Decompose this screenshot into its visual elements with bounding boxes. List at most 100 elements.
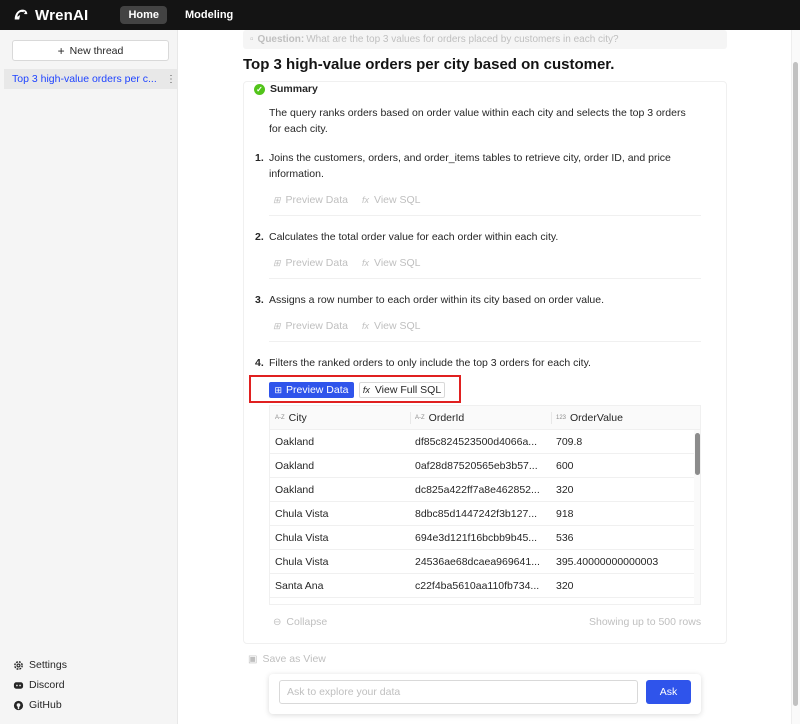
step-2-actions: ⊞ Preview Data fx View SQL	[273, 257, 435, 269]
preview-data-button-active[interactable]: ⊞ Preview Data	[269, 382, 354, 398]
preview-data-button[interactable]: ⊞ Preview Data	[273, 320, 348, 332]
app-logo[interactable]: WrenAI	[12, 6, 88, 24]
view-sql-button[interactable]: fx View SQL	[362, 194, 421, 206]
function-icon: fx	[362, 195, 370, 205]
cell-ordervalue: 918	[556, 508, 574, 520]
discord-label: Discord	[29, 679, 65, 691]
gear-icon	[14, 660, 23, 670]
view-sql-label: View SQL	[374, 194, 421, 206]
question-text: What are the top 3 values for orders pla…	[306, 34, 619, 45]
number-type-icon: 123	[556, 415, 567, 421]
ask-button[interactable]: Ask	[646, 680, 691, 704]
plus-icon: +	[57, 43, 65, 58]
column-header-orderid[interactable]: A-Z OrderId	[415, 406, 464, 430]
cell-city: Oakland	[275, 460, 315, 472]
cell-orderid: 24536ae68dcaea969641...	[415, 556, 540, 568]
table-row: Oakland 0af28d87520565eb3b57... 600	[270, 454, 694, 478]
step-divider	[269, 341, 701, 342]
sidebar-link-settings[interactable]: Settings	[13, 659, 67, 671]
cell-ordervalue: 320	[556, 484, 574, 496]
sidebar: + New thread Top 3 high-value orders per…	[0, 30, 178, 724]
save-as-view-label: Save as View	[262, 653, 326, 665]
column-header-ordervalue[interactable]: 123 OrderValue	[556, 406, 623, 430]
sidebar-link-github[interactable]: GitHub	[13, 699, 62, 711]
message-icon: ▫	[250, 34, 254, 45]
collapse-button[interactable]: ⊖ Collapse	[273, 616, 327, 628]
preview-data-button[interactable]: ⊞ Preview Data	[273, 194, 348, 206]
question-label: Question:	[257, 34, 305, 45]
more-options-icon[interactable]: ⋮	[164, 74, 178, 85]
preview-icon: ⊞	[273, 320, 281, 331]
step-3: 3. Assigns a row number to each order wi…	[255, 292, 695, 308]
preview-data-button[interactable]: ⊞ Preview Data	[273, 257, 348, 269]
new-thread-label: New thread	[69, 44, 124, 57]
app-name: WrenAI	[35, 6, 89, 24]
view-sql-button[interactable]: fx View SQL	[362, 320, 421, 332]
preview-data-table: A-Z City A-Z OrderId 123 OrderValue Oakl…	[269, 405, 701, 605]
cell-ordervalue: 395.40000000000003	[556, 556, 659, 568]
column-divider[interactable]	[551, 412, 552, 424]
cell-orderid: 0af28d87520565eb3b57...	[415, 460, 538, 472]
function-icon: fx	[362, 258, 370, 268]
cell-city: Santa Ana	[275, 580, 324, 592]
column-name: OrderValue	[570, 412, 623, 424]
wren-bird-icon	[14, 9, 28, 20]
preview-data-label: Preview Data	[285, 320, 348, 332]
step-text: Assigns a row number to each order withi…	[269, 294, 605, 306]
cell-city: Chula Vista	[275, 508, 329, 520]
summary-text: The query ranks orders based on order va…	[269, 107, 686, 135]
step-text: Calculates the total order value for eac…	[269, 231, 559, 243]
cell-ordervalue: 709.8	[556, 436, 583, 448]
collapse-icon: ⊖	[273, 616, 282, 628]
table-row: Chula Vista 694e3d121f16bcbb9b45... 536	[270, 526, 694, 550]
new-thread-button[interactable]: + New thread	[12, 40, 169, 61]
column-divider[interactable]	[410, 412, 411, 424]
view-full-sql-button[interactable]: fx View Full SQL	[359, 382, 445, 398]
step-4: 4. Filters the ranked orders to only inc…	[255, 355, 695, 371]
sidebar-thread-item[interactable]: Top 3 high-value orders per c... ⋮	[4, 69, 178, 89]
cell-orderid: 8dbc85d1447242f3b127...	[415, 508, 538, 520]
view-sql-button[interactable]: fx View SQL	[362, 257, 421, 269]
table-row: Chula Vista 24536ae68dcaea969641... 395.…	[270, 550, 694, 574]
text-type-icon: A-Z	[415, 415, 425, 421]
step-1-actions: ⊞ Preview Data fx View SQL	[273, 194, 435, 206]
table-row: Chula Vista 8dbc85d1447242f3b127... 918	[270, 502, 694, 526]
step-number: 3.	[255, 294, 264, 306]
view-full-sql-label: View Full SQL	[374, 384, 442, 396]
preview-data-label: Preview Data	[286, 384, 349, 396]
view-sql-label: View SQL	[374, 320, 421, 332]
column-header-city[interactable]: A-Z City	[275, 406, 307, 430]
summary-heading-text: Summary	[270, 83, 318, 95]
cell-orderid: c22f4ba5610aa110fb734...	[415, 580, 540, 592]
preview-icon: ⊞	[273, 194, 281, 205]
ask-input[interactable]	[279, 680, 638, 704]
text-type-icon: A-Z	[275, 415, 285, 421]
cell-ordervalue: 600	[556, 460, 574, 472]
nav-modeling[interactable]: Modeling	[177, 6, 241, 24]
sidebar-link-discord[interactable]: Discord	[13, 679, 65, 691]
step-divider	[269, 278, 701, 279]
preview-icon: ⊞	[274, 384, 283, 395]
cell-city: Oakland	[275, 436, 315, 448]
step-text: Filters the ranked orders to only includ…	[269, 357, 591, 369]
step-text: Joins the customers, orders, and order_i…	[269, 152, 671, 180]
page-scrollbar-thumb[interactable]	[793, 62, 798, 706]
row-limit-note: Showing up to 500 rows	[589, 616, 702, 628]
summary-heading: ✓ Summary	[254, 83, 318, 95]
preview-data-label: Preview Data	[285, 257, 348, 269]
nav-home[interactable]: Home	[120, 6, 167, 24]
table-header: A-Z City A-Z OrderId 123 OrderValue	[270, 406, 700, 430]
step-number: 4.	[255, 357, 264, 369]
top-bar: WrenAI Home Modeling	[0, 0, 800, 30]
github-icon	[13, 700, 24, 710]
column-name: City	[288, 412, 307, 424]
preview-icon: ⊞	[273, 257, 281, 268]
step-number: 2.	[255, 231, 264, 243]
table-row: Oakland dc825a422ff7a8e462852... 320	[270, 478, 694, 502]
discord-icon	[13, 681, 24, 689]
save-as-view-button[interactable]: ▣ Save as View	[248, 653, 326, 665]
check-circle-icon: ✓	[254, 83, 265, 95]
table-scrollbar-thumb[interactable]	[695, 433, 700, 475]
collapse-label: Collapse	[286, 616, 328, 628]
cell-city: Oakland	[275, 484, 315, 496]
